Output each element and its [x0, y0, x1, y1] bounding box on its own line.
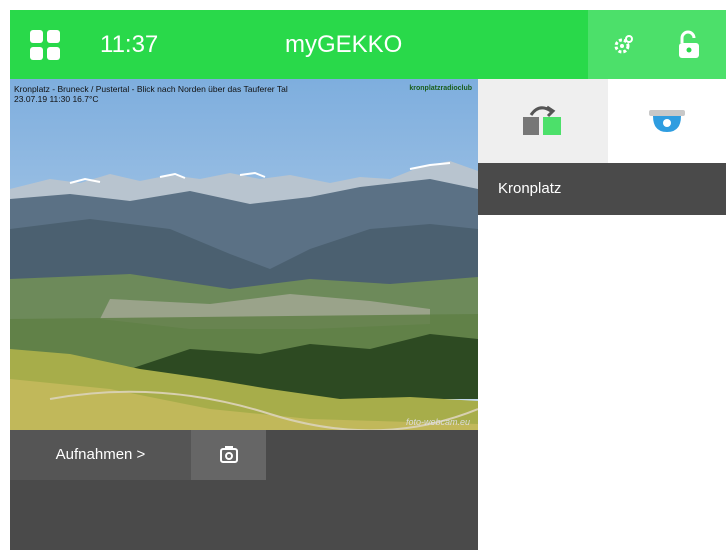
camera-controls: Aufnahmen >	[10, 430, 478, 550]
grid-icon[interactable]	[30, 30, 60, 65]
dome-camera-icon	[649, 110, 685, 132]
recordings-button[interactable]: Aufnahmen >	[10, 430, 191, 480]
settings-button[interactable]	[588, 10, 658, 79]
camera-caption-datetime: 23.07.19 11:30 16.7°C	[14, 94, 99, 104]
tab-switch-view[interactable]	[478, 79, 608, 163]
tab-camera[interactable]	[608, 79, 726, 163]
unlock-button[interactable]	[652, 10, 726, 79]
clock: 11:37	[100, 31, 159, 58]
camera-caption: Kronplatz - Bruneck / Pustertal - Blick …	[14, 84, 288, 104]
app-title: myGEKKO	[285, 31, 403, 58]
unlock-icon	[679, 30, 699, 58]
camera-view[interactable]: Kronplatz - Bruneck / Pustertal - Blick …	[10, 79, 478, 430]
camera-logo: kronplatzradioclub	[409, 85, 472, 92]
camera-caption-title: Kronplatz - Bruneck / Pustertal - Blick …	[14, 84, 288, 94]
camera-watermark: foto-webcam.eu	[405, 417, 470, 427]
camera-name[interactable]: Kronplatz	[478, 163, 726, 215]
side-panel: Kronplatz	[478, 79, 726, 550]
switch-view-icon	[523, 105, 561, 135]
settings-gear-icon	[614, 34, 633, 53]
snapshot-button[interactable]	[191, 430, 266, 480]
top-bar: 11:37 myGEKKO	[10, 10, 726, 79]
camera-snapshot-icon	[219, 446, 238, 463]
